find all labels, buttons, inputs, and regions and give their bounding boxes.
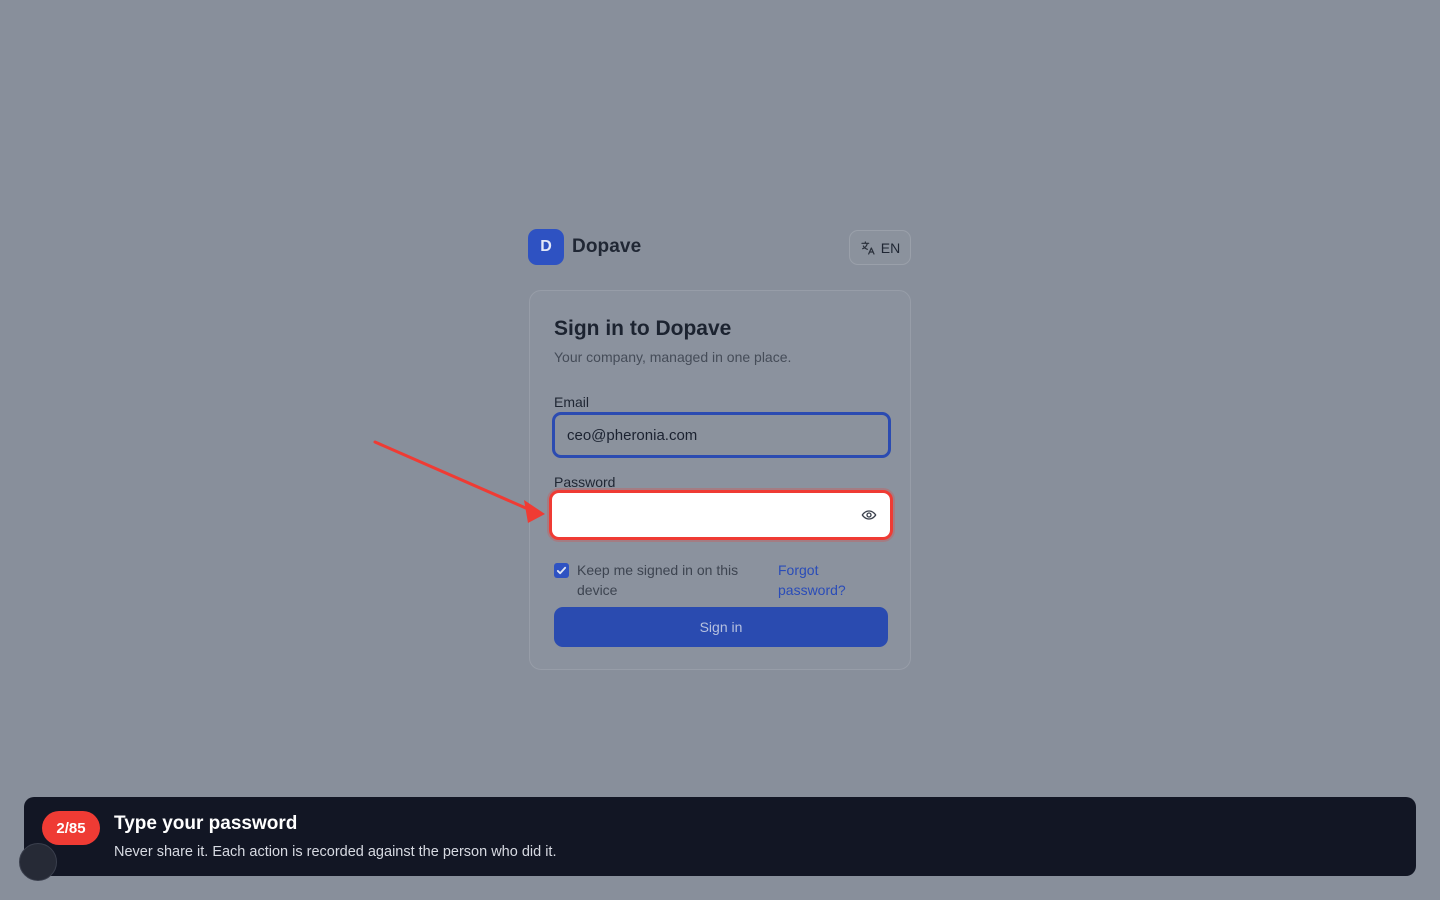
brand: D Dopave (528, 229, 641, 265)
language-button[interactable]: EN (849, 230, 911, 265)
show-password-button[interactable] (860, 506, 878, 524)
forgot-password-link[interactable]: Forgot password? (778, 560, 878, 600)
remember-me: Keep me signed in on this device (554, 560, 753, 600)
signin-card: Sign in to Dopave Your company, managed … (529, 290, 911, 670)
remember-label: Keep me signed in on this device (577, 562, 739, 598)
email-field[interactable] (552, 412, 891, 458)
card-title: Sign in to Dopave (554, 317, 732, 340)
remember-checkbox[interactable] (554, 563, 569, 578)
card-subtitle: Your company, managed in one place. (554, 349, 792, 365)
language-label: EN (880, 239, 901, 256)
email-label: Email (554, 394, 590, 410)
password-field-highlight (549, 490, 893, 540)
sign-in-button[interactable]: Sign in (554, 607, 888, 647)
step-badge: 2/85 (42, 811, 100, 845)
translate-icon (861, 240, 875, 255)
tour-description: Never share it. Each action is recorded … (114, 844, 557, 860)
tour-title: Type your password (114, 813, 298, 834)
check-icon (556, 566, 567, 575)
tour-banner: 2/85 Type your password Never share it. … (24, 797, 1416, 876)
help-button[interactable] (19, 843, 57, 881)
brand-name: Dopave (572, 236, 642, 257)
password-label: Password (554, 474, 616, 490)
password-field[interactable] (556, 497, 851, 533)
eye-icon (861, 510, 877, 520)
brand-logo: D (528, 229, 564, 265)
